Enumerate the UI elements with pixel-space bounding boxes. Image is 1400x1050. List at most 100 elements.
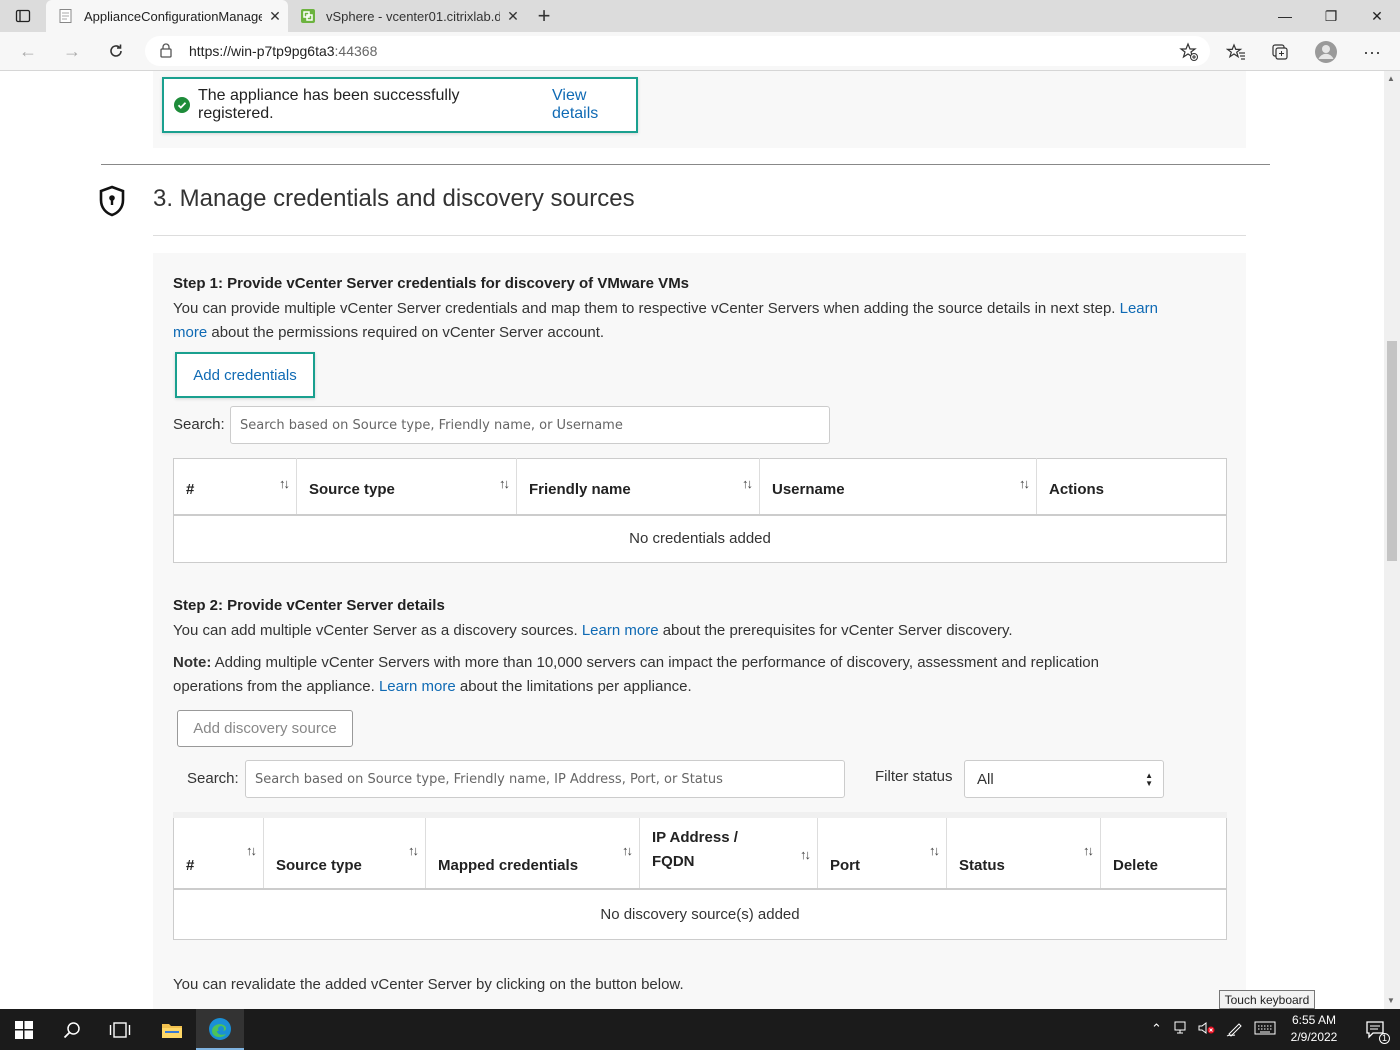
network-icon[interactable] <box>1174 1021 1190 1038</box>
file-explorer-icon[interactable] <box>148 1009 196 1050</box>
notification-count: 1 <box>1379 1033 1390 1044</box>
close-tab-icon[interactable]: ✕ <box>500 8 526 25</box>
column-header[interactable]: Source type ↑↓ <box>263 815 426 890</box>
url-text: https://win-p7tp9pg6ta3:44368 <box>189 43 377 59</box>
scroll-up-icon[interactable]: ▲ <box>1387 74 1395 83</box>
step1-title: Step 1: Provide vCenter Server credentia… <box>173 275 690 292</box>
column-header[interactable]: Port ↑↓ <box>817 815 947 890</box>
volume-muted-icon[interactable] <box>1198 1021 1216 1038</box>
pen-icon[interactable] <box>1226 1021 1244 1040</box>
back-icon[interactable]: ← <box>16 40 40 62</box>
notice-text: The appliance has been successfully regi… <box>198 87 460 122</box>
column-header[interactable]: Source type ↑↓ <box>296 458 517 516</box>
profile-avatar[interactable] <box>1314 40 1338 64</box>
vertical-scrollbar[interactable]: ▲ ▼ <box>1384 71 1400 1009</box>
learn-more-link[interactable]: Learn more <box>379 678 456 695</box>
url-port: :44368 <box>334 43 378 59</box>
sort-icon[interactable]: ↑↓ <box>1019 476 1030 491</box>
column-header[interactable]: Status ↑↓ <box>946 815 1101 890</box>
column-label: Status <box>959 857 1005 874</box>
tab-appliance-config[interactable]: ApplianceConfigurationManager ✕ <box>46 0 288 32</box>
learn-more-link[interactable]: Learn <box>1120 300 1158 317</box>
task-view-icon[interactable] <box>96 1009 144 1050</box>
clock-date: 2/9/2022 <box>1290 1030 1338 1044</box>
forward-icon[interactable]: → <box>60 40 84 62</box>
column-label: FQDN <box>652 853 695 870</box>
add-credentials-button[interactable]: Add credentials <box>175 352 315 398</box>
search-icon[interactable] <box>48 1009 96 1050</box>
collections-icon[interactable] <box>1268 40 1292 64</box>
column-header[interactable]: Username ↑↓ <box>759 458 1037 516</box>
scrollbar-thumb[interactable] <box>1387 341 1397 561</box>
refresh-icon[interactable] <box>104 40 128 62</box>
system-clock[interactable]: 6:55 AM 2/9/2022 <box>1284 1012 1344 1046</box>
step2-desc-text: about the prerequisites for vCenter Serv… <box>662 622 1013 639</box>
tab-vsphere[interactable]: vSphere - vcenter01.citrixlab.dk - ✕ <box>288 0 526 32</box>
url-field[interactable]: https://win-p7tp9pg6ta3:44368 <box>145 36 1210 66</box>
sort-icon[interactable]: ↑↓ <box>929 843 940 858</box>
url-host: https://win-p7tp9pg6ta3 <box>189 43 335 59</box>
page-content: The appliance has been successfully regi… <box>0 71 1384 1009</box>
close-tab-icon[interactable]: ✕ <box>262 8 288 25</box>
start-icon[interactable] <box>0 1009 48 1050</box>
new-tab-button[interactable]: + <box>532 3 556 29</box>
step2-description: You can add multiple vCenter Server as a… <box>173 619 1013 643</box>
sort-icon[interactable]: ↑↓ <box>279 476 290 491</box>
divider <box>153 235 1246 236</box>
learn-more-link[interactable]: more <box>173 324 207 341</box>
column-label: Username <box>772 480 845 498</box>
column-label: Source type <box>276 857 362 874</box>
sort-icon[interactable]: ↑↓ <box>408 843 419 858</box>
credentials-search-input[interactable]: Search based on Source type, Friendly na… <box>230 406 830 444</box>
add-favorite-icon[interactable] <box>1177 40 1201 64</box>
column-header: Actions <box>1036 458 1227 516</box>
show-hidden-icons-icon[interactable]: ⌃ <box>1151 1021 1162 1037</box>
lock-icon <box>159 42 173 61</box>
column-label: Delete <box>1113 857 1159 874</box>
sort-icon[interactable]: ↑↓ <box>499 476 510 491</box>
sort-icon[interactable]: ↑↓ <box>800 843 811 867</box>
note-text: Adding multiple vCenter Servers with mor… <box>214 654 1099 671</box>
success-check-icon <box>174 97 190 113</box>
maximize-button[interactable]: ❐ <box>1308 0 1354 32</box>
edge-browser-icon[interactable] <box>196 1009 244 1050</box>
minimize-button[interactable]: — <box>1262 0 1308 32</box>
touch-keyboard-icon[interactable] <box>1254 1021 1276 1038</box>
note-text: operations from the appliance. <box>173 678 375 695</box>
column-header[interactable]: IP Address / FQDN ↑↓ <box>639 815 818 890</box>
step1-desc-text: about the permissions required on vCente… <box>211 324 605 341</box>
discovery-sources-table: # ↑↓ Source type ↑↓ Mapped credentials ↑↓ I… <box>173 812 1227 940</box>
filter-status-select[interactable]: All ▲ ▼ <box>964 760 1164 798</box>
tab-title: vSphere - vcenter01.citrixlab.dk - <box>326 8 500 24</box>
column-label: Actions <box>1049 480 1105 498</box>
address-bar-row: ← → https://win-p7tp9pg6ta3:44368 ··· <box>0 32 1400 71</box>
touch-keyboard-tooltip: Touch keyboard <box>1219 990 1315 1009</box>
select-arrows-icon: ▲ ▼ <box>1145 771 1153 788</box>
sort-icon[interactable]: ↑↓ <box>1083 843 1094 858</box>
discovery-search-input[interactable]: Search based on Source type, Friendly na… <box>245 760 845 798</box>
note-label: Note: <box>173 654 212 671</box>
column-header[interactable]: Mapped credentials ↑↓ <box>425 815 640 890</box>
credentials-table: # ↑↓ Source type ↑↓ Friendly name ↑↓ Userna… <box>173 458 1227 563</box>
close-window-button[interactable]: ✕ <box>1354 0 1400 32</box>
view-details-link[interactable]: View details <box>552 87 636 123</box>
more-menu-icon[interactable]: ··· <box>1360 40 1384 64</box>
note-text: about the limitations per appliance. <box>459 678 692 695</box>
scroll-down-icon[interactable]: ▼ <box>1387 996 1395 1005</box>
add-discovery-source-button[interactable]: Add discovery source <box>177 710 353 747</box>
column-header[interactable]: # ↑↓ <box>173 458 297 516</box>
favorites-icon[interactable] <box>1224 40 1248 64</box>
tab-title: ApplianceConfigurationManager <box>84 8 262 24</box>
notifications-icon[interactable]: 1 <box>1352 1009 1400 1050</box>
search-label: Search: <box>187 770 239 787</box>
tab-actions-icon[interactable] <box>0 0 46 32</box>
filter-status-label: Filter status <box>875 768 953 785</box>
sort-icon[interactable]: ↑↓ <box>246 843 257 858</box>
column-header[interactable]: # ↑↓ <box>173 815 264 890</box>
step1-desc-text: You can provide multiple vCenter Server … <box>173 300 1116 317</box>
sort-icon[interactable]: ↑↓ <box>622 843 633 858</box>
column-label: Source type <box>309 480 395 498</box>
learn-more-link[interactable]: Learn more <box>582 622 659 639</box>
sort-icon[interactable]: ↑↓ <box>742 476 753 491</box>
column-header[interactable]: Friendly name ↑↓ <box>516 458 760 516</box>
